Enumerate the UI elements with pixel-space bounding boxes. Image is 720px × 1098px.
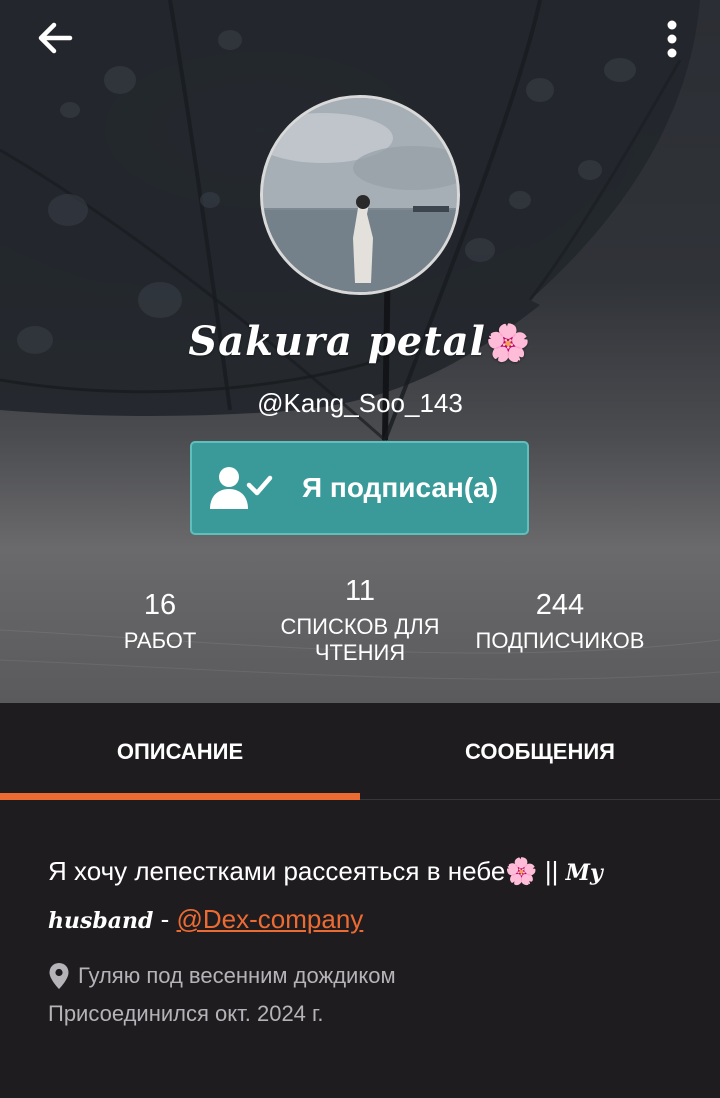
more-options-button[interactable] (652, 14, 692, 64)
tab-messages[interactable]: СООБЩЕНИЯ (360, 703, 720, 800)
location-pin-icon (49, 963, 69, 989)
stat-reading-lists-count: 11 (344, 575, 376, 607)
more-vertical-icon (667, 20, 677, 58)
bio-fancy-text-husband: husband (48, 908, 154, 934)
username: @Kang_Soo_143 (257, 388, 463, 418)
bio-text: Я хочу лепестками рассеяться в небе (48, 856, 506, 886)
stat-reading-lists-label-line1: СПИСКОВ ДЛЯ (280, 614, 440, 639)
avatar-image (263, 98, 457, 292)
bio: Я хочу лепестками рассеяться в небе🌸 || … (48, 848, 688, 944)
user-check-icon (210, 467, 273, 509)
profile-tabs: ОПИСАНИЕ СООБЩЕНИЯ (0, 703, 720, 801)
stat-followers[interactable]: 244 ПОДПИСЧИКОВ (460, 588, 660, 654)
sakura-emoji: 🌸 (505, 856, 538, 886)
bio-separator: || (537, 856, 566, 886)
sakura-emoji: 🌸 (485, 322, 532, 364)
stat-works[interactable]: 16 РАБОТ (60, 588, 260, 654)
stat-followers-count: 244 (535, 589, 585, 621)
location-text: Гуляю под весенним дождиком (78, 963, 396, 988)
stat-reading-lists[interactable]: 11 СПИСКОВ ДЛЯ ЧТЕНИЯ (260, 574, 460, 666)
stat-reading-lists-label: СПИСКОВ ДЛЯ ЧТЕНИЯ (260, 614, 460, 666)
display-name-text: Sakura petal (188, 318, 486, 365)
stat-followers-label: ПОДПИСЧИКОВ (475, 628, 645, 653)
stat-works-count: 16 (143, 589, 177, 621)
location: Гуляю под весенним дождиком (48, 962, 396, 990)
about-section: Я хочу лепестками рассеяться в небе🌸 || … (0, 800, 720, 1098)
bio-dash: - (153, 904, 177, 934)
following-button-label: Я подписан(а) (302, 472, 499, 503)
display-name: Sakura petal🌸 (0, 318, 720, 365)
bio-fancy-text-my: My (565, 860, 603, 886)
back-button[interactable] (30, 18, 82, 62)
profile-header: Sakura petal🌸 @Kang_Soo_143 Я подписан(а… (0, 0, 720, 703)
bio-mention-link[interactable]: @Dex-company (177, 904, 364, 934)
tab-description[interactable]: ОПИСАНИЕ (0, 703, 360, 800)
avatar[interactable] (260, 95, 460, 295)
following-button[interactable]: Я подписан(а) (190, 441, 529, 535)
arrow-left-icon (38, 22, 73, 54)
joined-date: Присоединился окт. 2024 г. (48, 1001, 324, 1026)
stat-works-label: РАБОТ (123, 628, 197, 653)
stat-reading-lists-label-line2: ЧТЕНИЯ (314, 640, 406, 665)
